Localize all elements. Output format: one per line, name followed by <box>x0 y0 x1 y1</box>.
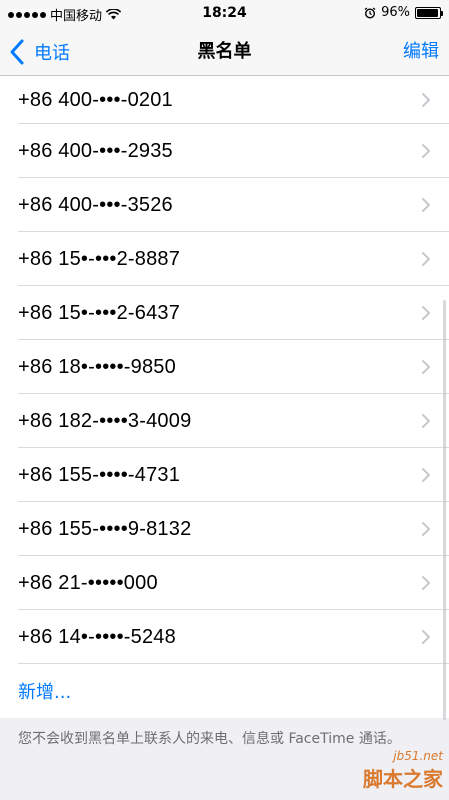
chevron-right-icon <box>422 252 430 266</box>
battery-percent: 96% <box>381 5 410 20</box>
chevron-right-icon <box>422 468 430 482</box>
chevron-right-icon <box>422 144 430 158</box>
blocked-rows: +86 400-•••-0201 +86 400-•••-2935 +86 400-… <box>0 76 449 664</box>
phone-number: +86 15•-•••2-6437 <box>18 301 181 324</box>
chevron-right-icon <box>422 576 430 590</box>
chevron-right-icon <box>422 93 430 107</box>
chevron-right-icon <box>422 198 430 212</box>
phone-number: +86 155-••••9-8132 <box>18 517 192 540</box>
phone-number: +86 155-••••-4731 <box>18 463 181 486</box>
battery-icon <box>415 6 443 19</box>
phone-number: +86 21-•••••000 <box>18 571 158 594</box>
phone-number: +86 182-••••3-4009 <box>18 409 192 432</box>
phone-number: +86 400-•••-0201 <box>18 88 173 111</box>
blocked-number-row[interactable]: +86 15•-•••2-8887 <box>0 232 449 286</box>
battery-fill <box>417 8 439 17</box>
phone-number: +86 15•-•••2-8887 <box>18 247 181 270</box>
back-button-label: 电话 <box>34 43 70 64</box>
blocked-number-row[interactable]: +86 15•-•••2-6437 <box>0 286 449 340</box>
chevron-right-icon <box>422 522 430 536</box>
add-new-button[interactable]: 新增... <box>0 664 449 718</box>
chevron-right-icon <box>422 306 430 320</box>
chevron-right-icon <box>422 360 430 374</box>
status-bar: 中国移动 18:24 96% <box>0 0 449 28</box>
edit-button[interactable]: 编辑 <box>403 28 439 76</box>
phone-number: +86 400-•••-2935 <box>18 139 173 162</box>
blocked-number-row[interactable]: +86 155-••••-4731 <box>0 448 449 502</box>
scrollbar[interactable] <box>443 300 446 720</box>
chevron-right-icon <box>422 414 430 428</box>
blocked-number-row[interactable]: +86 21-•••••000 <box>0 556 449 610</box>
watermark-site: jb51.net <box>393 749 443 763</box>
blocked-number-row[interactable]: +86 400-•••-3526 <box>0 178 449 232</box>
blocked-number-row[interactable]: +86 155-••••9-8132 <box>0 502 449 556</box>
watermark: jb51.net 脚本之家 <box>363 749 443 792</box>
phone-number: +86 14•-••••-5248 <box>18 625 176 648</box>
watermark-name: 脚本之家 <box>363 767 443 791</box>
blocked-number-row[interactable]: +86 14•-••••-5248 <box>0 610 449 664</box>
back-button[interactable]: 电话 <box>8 28 70 76</box>
chevron-left-icon <box>10 39 24 65</box>
phone-number: +86 18•-••••-9850 <box>18 355 176 378</box>
blocked-list: +86 400-•••-0201 +86 400-•••-2935 +86 400-… <box>0 76 449 718</box>
alarm-clock-icon <box>364 7 376 19</box>
blocked-number-row[interactable]: +86 400-•••-2935 <box>0 124 449 178</box>
phone-number: +86 400-•••-3526 <box>18 193 173 216</box>
status-right: 96% <box>364 5 443 20</box>
blocked-number-row[interactable]: +86 400-•••-0201 <box>0 76 449 124</box>
chevron-right-icon <box>422 630 430 644</box>
blocked-number-row[interactable]: +86 18•-••••-9850 <box>0 340 449 394</box>
blocked-number-row[interactable]: +86 182-••••3-4009 <box>0 394 449 448</box>
nav-bar: 电话 黑名单 编辑 <box>0 28 449 76</box>
